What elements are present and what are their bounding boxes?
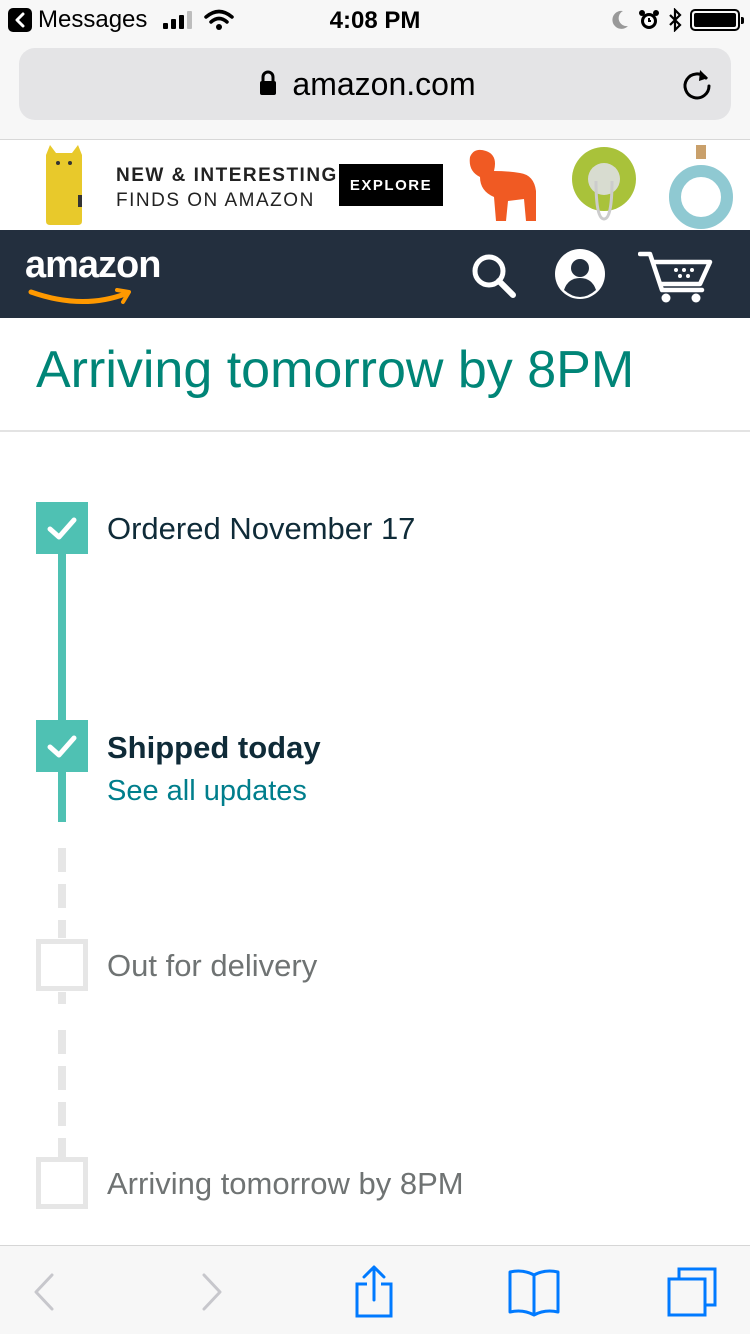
share-button[interactable]: [346, 1264, 402, 1320]
bookmarks-button[interactable]: [506, 1264, 562, 1320]
green-lamp-image: [572, 147, 636, 221]
step-checkbox-pending: [36, 939, 88, 991]
battery-icon: [690, 9, 744, 31]
step-checkbox-pending: [36, 1157, 88, 1209]
amazon-header: amazon: [0, 230, 750, 318]
divider: [0, 430, 750, 432]
tabs-icon: [667, 1267, 717, 1317]
timeline-connector-pending: [58, 1030, 66, 1054]
account-icon[interactable]: [554, 248, 606, 300]
banner-line-1: NEW & INTERESTING: [116, 165, 338, 186]
back-icon: [34, 1273, 54, 1311]
timeline-connector-pending: [58, 1138, 66, 1158]
checkmark-icon: [47, 517, 77, 540]
status-bar: Messages 4:08 PM: [0, 0, 750, 40]
forward-icon: [202, 1273, 222, 1311]
timeline-connector-pending: [58, 1102, 66, 1126]
amazon-logo[interactable]: amazon: [25, 244, 185, 304]
see-all-updates-link[interactable]: See all updates: [107, 775, 307, 808]
checkmark-icon: [47, 735, 77, 758]
bookmarks-icon: [508, 1269, 560, 1317]
forward-button[interactable]: [184, 1264, 240, 1320]
timeline-connector-done: [58, 554, 66, 720]
ring-bottle-image: [669, 145, 733, 229]
timeline-connector-pending: [58, 848, 66, 872]
url-text: amazon.com: [292, 66, 476, 102]
tabs-button[interactable]: [664, 1264, 720, 1320]
step-shipped-label: Shipped today: [107, 730, 321, 765]
share-icon: [355, 1265, 393, 1318]
browser-toolbar: [0, 1245, 750, 1334]
reload-icon[interactable]: [679, 66, 715, 102]
moon-icon: [612, 10, 628, 29]
smile-arrow-icon: [28, 288, 131, 304]
search-icon[interactable]: [468, 250, 518, 300]
step-checkbox-done: [36, 502, 88, 554]
back-button[interactable]: [16, 1264, 72, 1320]
alarm-icon: [639, 10, 659, 29]
address-bar[interactable]: amazon.com: [19, 48, 731, 120]
delivery-estimate-heading: Arriving tomorrow by 8PM: [36, 341, 635, 399]
timeline-connector-pending: [58, 992, 66, 1004]
banner-line-2: FINDS ON AMAZON: [116, 190, 315, 211]
step-checkbox-done: [36, 720, 88, 772]
orange-pony-chair-image: [469, 149, 536, 221]
explore-button[interactable]: EXPLORE: [339, 164, 443, 206]
timeline-connector-done: [58, 772, 66, 822]
timeline-connector-pending: [58, 884, 66, 908]
step-out-for-delivery-label: Out for delivery: [107, 948, 318, 983]
cart-icon[interactable]: [638, 248, 714, 304]
step-ordered-label: Ordered November 17: [107, 511, 416, 546]
bluetooth-icon: [669, 8, 682, 32]
step-arriving-label: Arriving tomorrow by 8PM: [107, 1166, 464, 1201]
promo-banner[interactable]: NEW & INTERESTING FINDS ON AMAZON EXPLOR…: [0, 141, 750, 230]
browser-address-area: amazon.com: [0, 40, 750, 140]
yellow-cat-device-image: [46, 145, 82, 225]
timeline-connector-pending: [58, 1066, 66, 1090]
timeline-connector-pending: [58, 920, 66, 938]
